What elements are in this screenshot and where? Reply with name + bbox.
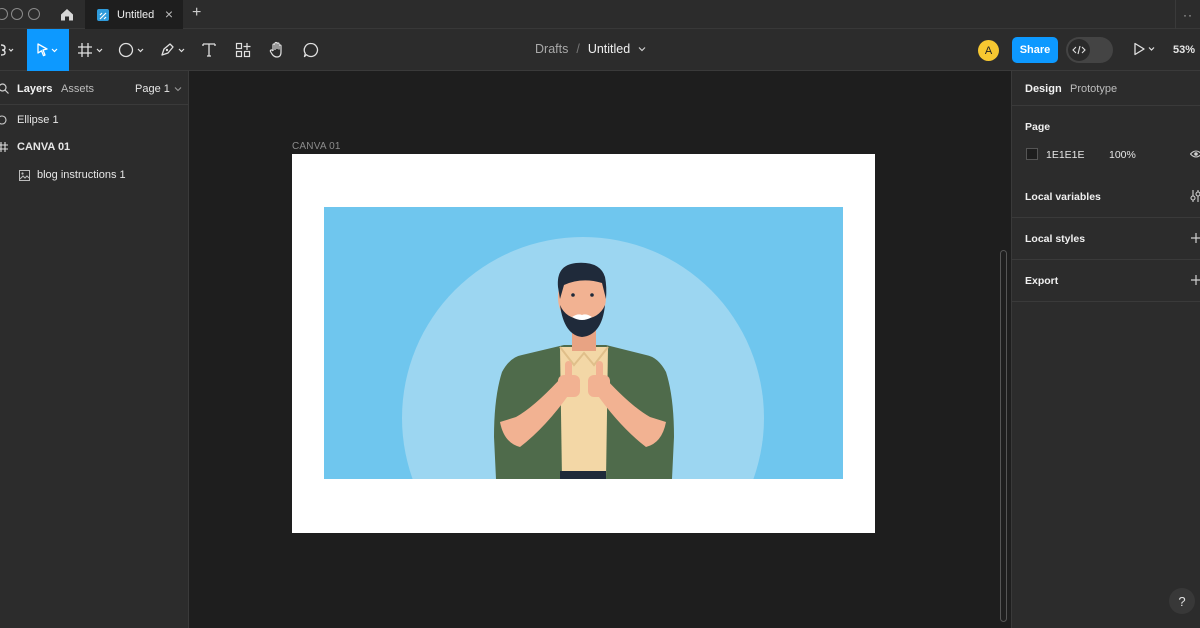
tab-bar: Untitled × + ·· [0, 0, 1200, 29]
tab-assets[interactable]: Assets [61, 83, 94, 95]
share-button[interactable]: Share [1012, 37, 1058, 63]
comment-icon [303, 42, 319, 58]
dev-mode-toggle[interactable] [1066, 37, 1113, 63]
window-zoom-dot[interactable] [28, 8, 40, 20]
local-variables-title: Local variables [1025, 191, 1101, 203]
layers-panel: Layers Assets Page 1 Ellipse 1 CANVA 01 [0, 71, 189, 628]
add-style-icon[interactable] [1191, 233, 1200, 243]
code-icon [1072, 45, 1086, 55]
export-title: Export [1025, 275, 1059, 287]
page-opacity[interactable]: 100% [1109, 149, 1136, 161]
shape-tool-button[interactable] [116, 29, 150, 71]
frame-layer-icon [0, 142, 8, 152]
pen-icon [161, 43, 185, 56]
page-section-title: Page [1025, 121, 1051, 133]
user-avatar[interactable]: A [978, 40, 999, 61]
frame-label[interactable]: CANVA 01 [292, 141, 341, 152]
variables-icon[interactable] [1190, 189, 1200, 203]
hand-tool-button[interactable] [266, 29, 288, 71]
components-icon [235, 42, 251, 58]
main-menu-icon [0, 44, 14, 56]
tab-untitled[interactable]: Untitled × [85, 0, 183, 29]
text-tool-button[interactable] [198, 29, 220, 71]
page-color-hex[interactable]: 1E1E1E [1046, 149, 1085, 161]
layer-item-ellipse-1[interactable]: Ellipse 1 [0, 108, 189, 132]
breadcrumb-separator: / [576, 42, 580, 56]
local-styles-section[interactable]: Local styles [1012, 218, 1200, 260]
local-styles-title: Local styles [1025, 233, 1086, 245]
blog-instructions-image[interactable] [324, 207, 843, 479]
layers-panel-header: Layers Assets Page 1 [0, 71, 189, 105]
file-title[interactable]: Untitled [588, 42, 630, 56]
text-icon [202, 43, 216, 57]
page-selector-label: Page 1 [135, 83, 170, 95]
tab-title: Untitled [117, 8, 155, 21]
figma-app: Untitled × + ·· Drafts / Untitled A Shar… [0, 0, 1200, 628]
comment-tool-button[interactable] [300, 29, 322, 71]
search-icon[interactable] [0, 83, 10, 95]
hand-icon [269, 41, 282, 58]
layer-name: blog instructions 1 [37, 169, 126, 181]
frame-icon [78, 43, 103, 57]
resources-tool-button[interactable] [232, 29, 254, 71]
frame-tool-button[interactable] [76, 29, 108, 71]
present-button[interactable] [1132, 42, 1158, 56]
new-tab-button[interactable]: + [192, 4, 201, 22]
dev-mode-knob [1068, 39, 1090, 61]
main-menu-button[interactable] [0, 29, 20, 71]
window-minimize-dot[interactable] [11, 8, 23, 20]
chevron-down-icon[interactable] [636, 44, 648, 54]
properties-panel-header: Design Prototype [1012, 71, 1200, 106]
breadcrumb: Drafts / Untitled [535, 42, 648, 56]
zoom-level[interactable]: 53% [1173, 44, 1195, 56]
pen-tool-button[interactable] [157, 29, 191, 71]
tab-design[interactable]: Design [1025, 83, 1062, 95]
home-icon [61, 9, 73, 21]
tab-prototype[interactable]: Prototype [1070, 83, 1117, 95]
tab-layers[interactable]: Layers [17, 83, 52, 95]
breadcrumb-drafts-link[interactable]: Drafts [535, 42, 568, 56]
window-close-dot[interactable] [0, 8, 8, 20]
properties-panel: Design Prototype Page 1E1E1E 100% Local … [1011, 71, 1200, 628]
move-tool-button[interactable] [27, 29, 69, 71]
eye-icon[interactable] [1190, 148, 1200, 160]
design-file-icon [97, 8, 109, 21]
image-layer-icon [19, 169, 30, 181]
layer-item-blog-instructions-1[interactable]: blog instructions 1 [0, 163, 189, 187]
layer-item-canva-01[interactable]: CANVA 01 [0, 135, 189, 159]
ellipse-layer-icon [0, 115, 7, 125]
canvas-vertical-scrollbar[interactable] [1000, 250, 1007, 622]
add-export-icon[interactable] [1191, 275, 1200, 285]
close-tab-icon[interactable]: × [165, 6, 173, 22]
move-icon [37, 43, 58, 57]
more-options-icon[interactable]: ·· [1175, 0, 1200, 29]
chevron-down-icon [174, 87, 182, 92]
help-button[interactable]: ? [1169, 588, 1195, 614]
ellipse-icon [118, 42, 144, 58]
layer-name: CANVA 01 [17, 141, 71, 153]
play-icon [1134, 42, 1155, 56]
page-selector[interactable]: Page 1 [135, 83, 183, 95]
layer-name: Ellipse 1 [17, 114, 59, 126]
illustration-man-thumbs-up [402, 237, 764, 479]
local-variables-section[interactable]: Local variables [1012, 176, 1200, 218]
export-section[interactable]: Export [1012, 260, 1200, 302]
page-color-swatch[interactable] [1026, 148, 1038, 160]
home-tab[interactable] [50, 0, 84, 29]
